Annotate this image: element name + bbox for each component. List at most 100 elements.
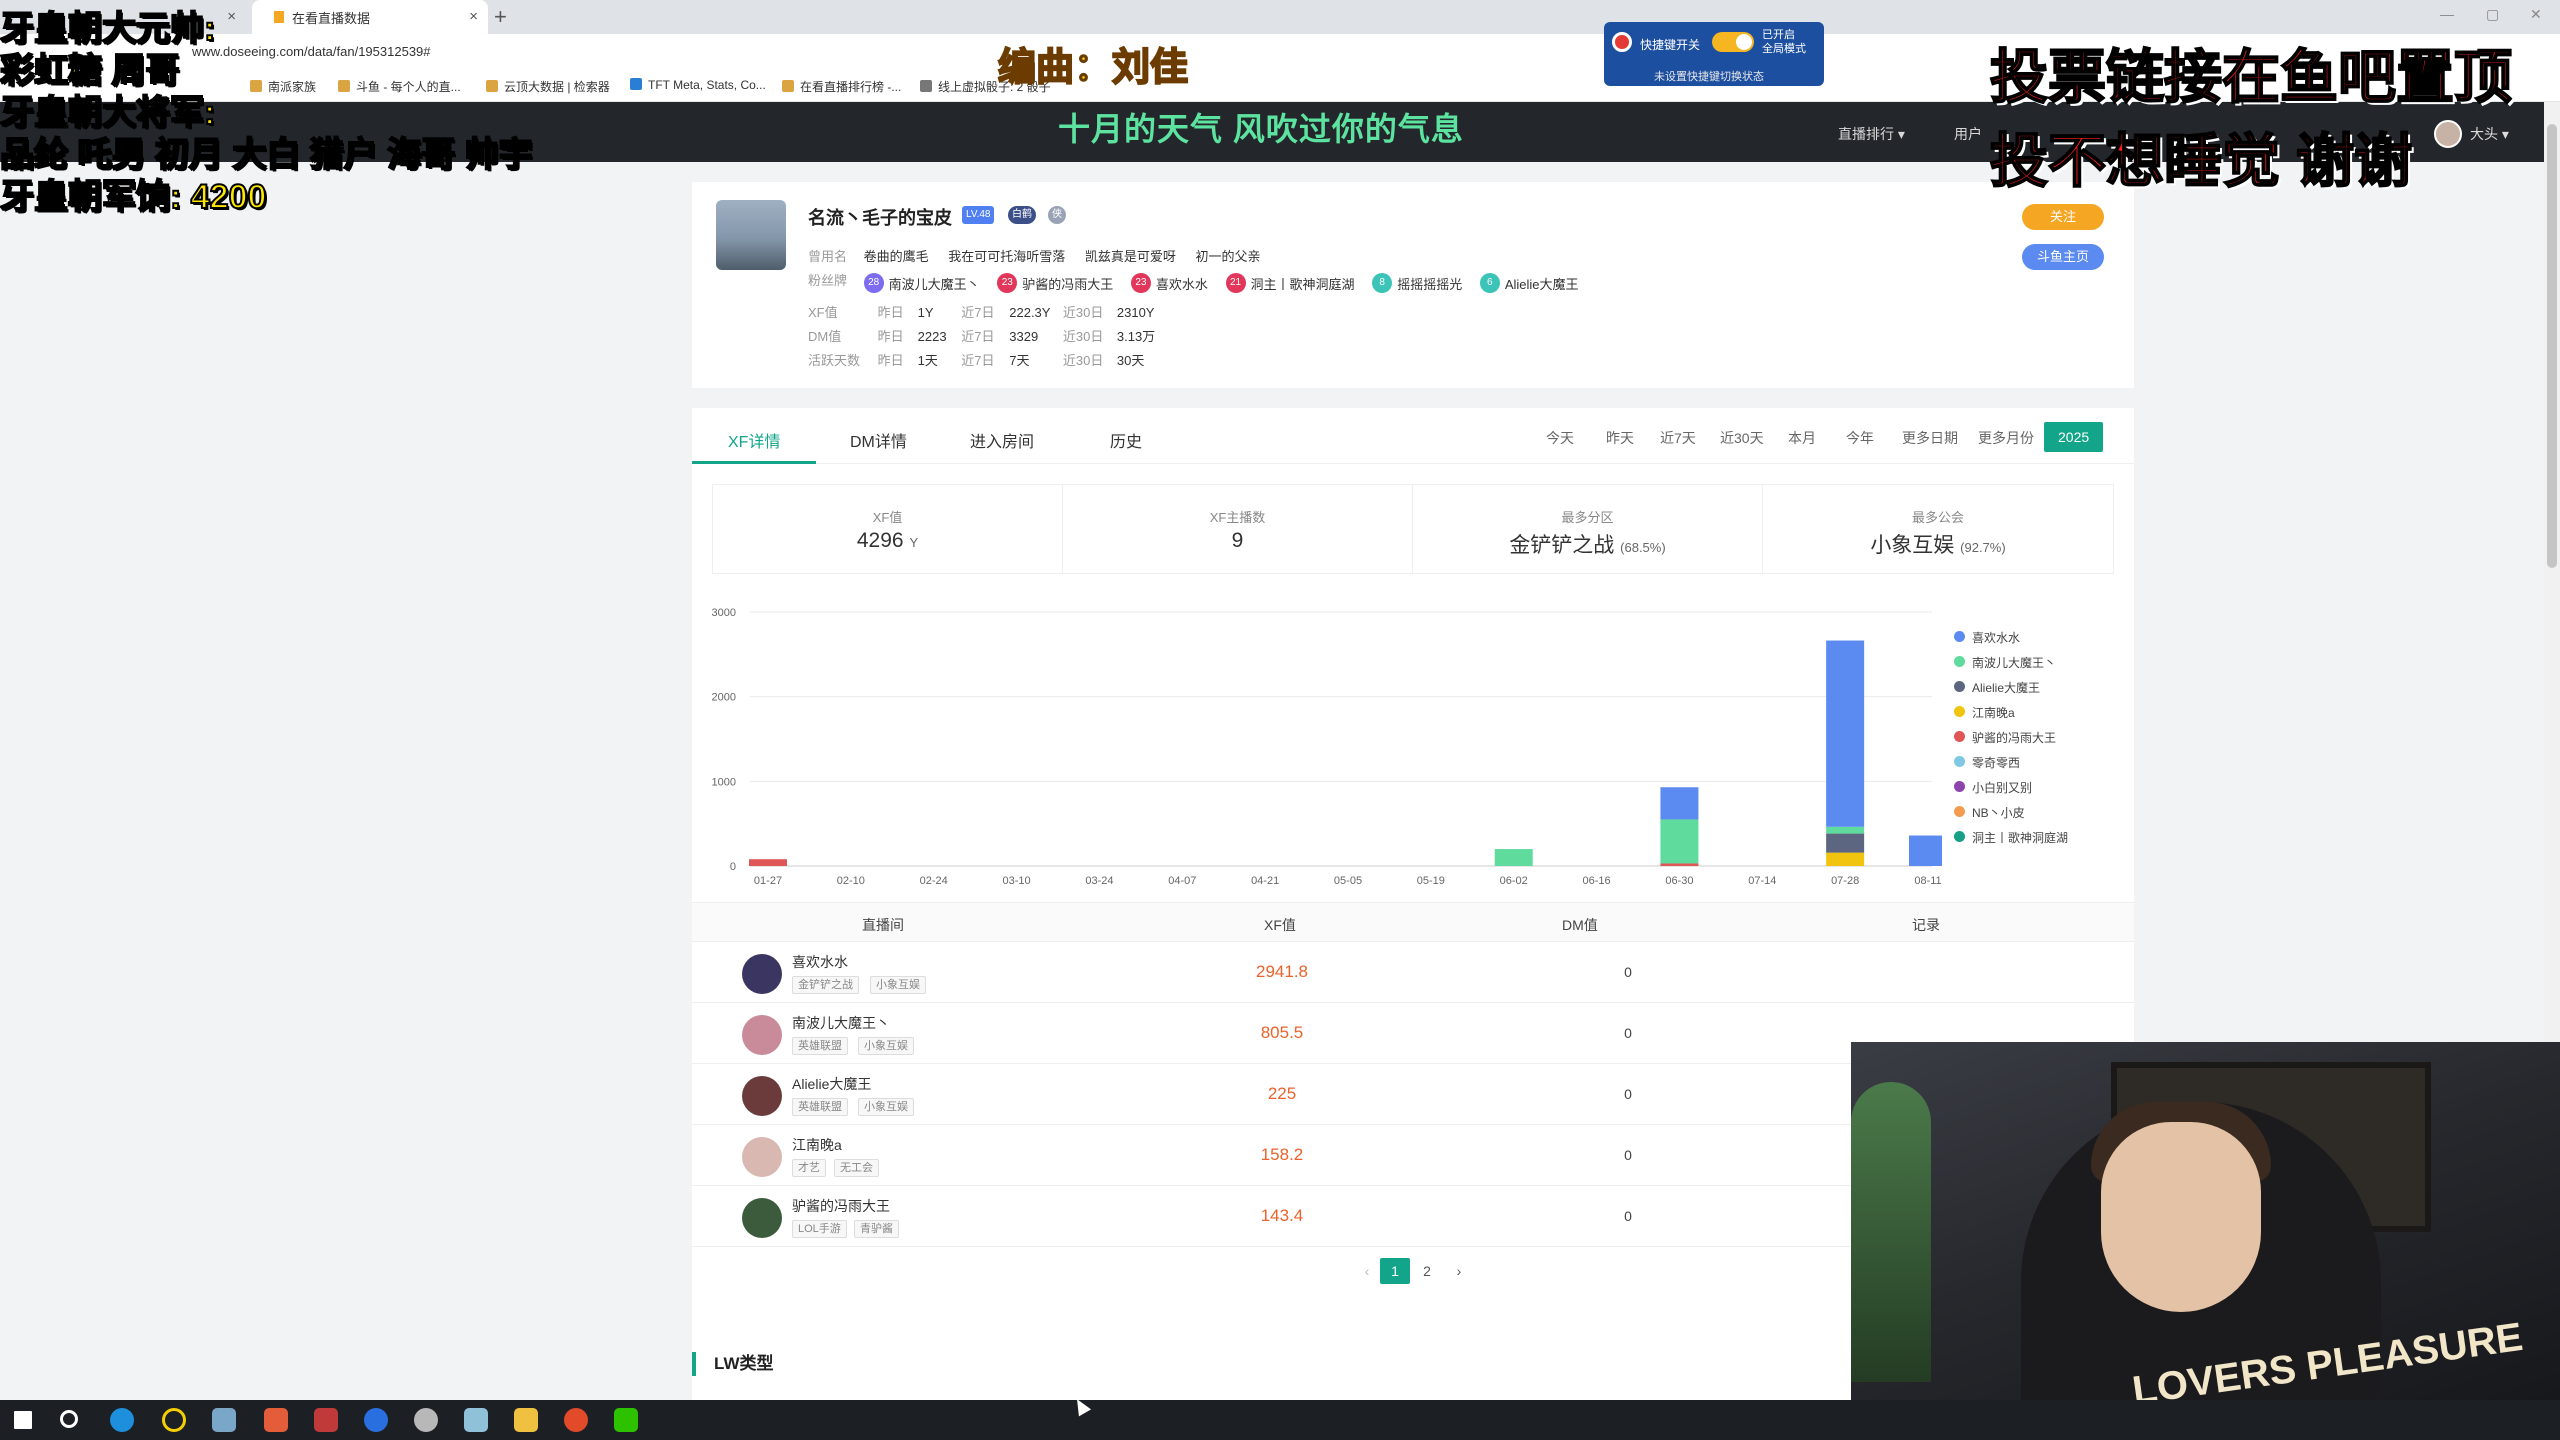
dm-value: 0: [1624, 1025, 1632, 1041]
tab-enter-room[interactable]: 进入房间: [970, 428, 1034, 452]
streamer-name[interactable]: 江南晚a: [792, 1135, 842, 1155]
tab-history[interactable]: 历史: [1110, 428, 1142, 452]
x-tick-label: 07-28: [1831, 875, 1859, 887]
active-days-row: 活跃天数 昨日 1天 近7日 7天 近30日 30天: [808, 353, 1145, 368]
streamer-avatar[interactable]: [742, 954, 782, 994]
search-icon[interactable]: [60, 1410, 78, 1428]
streamer-avatar[interactable]: [742, 1198, 782, 1238]
xf-value: 158.2: [1260, 1145, 1304, 1164]
guild-tag: 小象互娱: [858, 1098, 914, 1116]
windows-taskbar: [0, 1400, 2560, 1440]
edge-icon[interactable]: [110, 1408, 134, 1432]
file-explorer-icon[interactable]: [514, 1408, 538, 1432]
range-today[interactable]: 今天: [1546, 428, 1574, 448]
legend-dot-icon: [1954, 756, 1965, 767]
close-window-icon[interactable]: ✕: [2530, 6, 2542, 23]
page-2[interactable]: 2: [1412, 1258, 1442, 1284]
table-row[interactable]: 喜欢水水 金铲铲之战 小象互娱 2941.8 0: [692, 942, 2134, 1003]
app-icon[interactable]: [364, 1408, 388, 1432]
streamer-avatar[interactable]: [742, 1137, 782, 1177]
fan-badge[interactable]: 23 驴酱的冯雨大王: [997, 273, 1113, 293]
legend-dot-icon: [1954, 656, 1965, 667]
wechat-icon[interactable]: [614, 1408, 638, 1432]
user-name[interactable]: 大头 ▾: [2470, 124, 2509, 144]
legend-dot-icon: [1954, 731, 1965, 742]
shortcut-toggle[interactable]: [1712, 32, 1754, 52]
range-yesterday[interactable]: 昨天: [1606, 428, 1634, 448]
dm-value: 0: [1624, 1208, 1632, 1224]
streamer-name[interactable]: Alielie大魔王: [792, 1074, 871, 1094]
bookmark-item[interactable]: 在看直播排行榜 -...: [782, 78, 901, 95]
legend-dot-icon: [1954, 706, 1965, 717]
bar-segment: [1826, 826, 1865, 834]
range-30d[interactable]: 近30天: [1720, 428, 1764, 448]
x-tick-label: 05-05: [1334, 875, 1362, 887]
streamer-name[interactable]: 南波儿大魔王丶: [792, 1013, 890, 1033]
fan-badge[interactable]: 28 南波儿大魔王丶: [863, 273, 980, 293]
range-month[interactable]: 本月: [1788, 428, 1816, 448]
bookmark-icon: [782, 80, 794, 92]
webcam-feed: LOVERS PLEASURE: [1851, 1042, 2560, 1440]
guild-tag: 小象互娱: [870, 976, 926, 994]
screen: × 在看直播数据 × + — ▢ ✕ www.doseeing.com/data…: [0, 0, 2560, 1440]
app-icon[interactable]: [314, 1408, 338, 1432]
streamer-name[interactable]: 驴酱的冯雨大王: [792, 1196, 890, 1216]
fan-badge[interactable]: 6 Alielie大魔王: [1479, 273, 1579, 293]
range-more-dates[interactable]: 更多日期: [1902, 428, 1958, 448]
next-page-icon[interactable]: ›: [1444, 1258, 1474, 1284]
range-7d[interactable]: 近7天: [1660, 428, 1696, 448]
page-1[interactable]: 1: [1380, 1258, 1410, 1284]
category-tag: LOL手游: [792, 1220, 847, 1238]
x-tick-label: 02-10: [837, 875, 865, 887]
minimize-icon[interactable]: —: [2440, 6, 2454, 22]
start-icon[interactable]: [14, 1411, 32, 1429]
streamer-name[interactable]: 喜欢水水: [792, 952, 848, 972]
tab-dm-detail[interactable]: DM详情: [850, 428, 907, 452]
streamer-avatar[interactable]: [742, 1076, 782, 1116]
range-more-months[interactable]: 更多月份: [1978, 428, 2034, 448]
range-year-2025[interactable]: 2025: [2044, 422, 2104, 452]
app-icon[interactable]: [564, 1408, 588, 1432]
douyu-home-button[interactable]: 斗鱼主页: [2022, 244, 2104, 270]
maximize-icon[interactable]: ▢: [2486, 6, 2499, 23]
app-icon[interactable]: [414, 1408, 438, 1432]
streamer-avatar[interactable]: [742, 1015, 782, 1055]
guild-tag: 无工会: [834, 1159, 879, 1177]
xf-stats-row: XF值 昨日 1Y 近7日 222.3Y 近30日 2310Y: [808, 305, 1155, 320]
alias-row: 曾用名 卷曲的鹰毛 我在可可托海听雪落 凯兹真是可爱呀 初一的父亲: [808, 246, 1261, 265]
profile-avatar: [716, 200, 786, 270]
alias-item: 卷曲的鹰毛: [863, 249, 929, 264]
legend-label: 洞主丨歌神洞庭湖: [1972, 831, 2069, 845]
range-year[interactable]: 今年: [1846, 428, 1874, 448]
nav-user[interactable]: 用户: [1954, 124, 1982, 144]
x-tick-label: 01-27: [754, 875, 782, 887]
nav-rank[interactable]: 直播排行 ▾: [1838, 124, 1905, 144]
app-icon[interactable]: [264, 1408, 288, 1432]
bar-segment: [1826, 852, 1865, 866]
x-tick-label: 07-14: [1748, 875, 1776, 887]
fan-badge[interactable]: 21 洞主丨歌神洞庭湖: [1225, 273, 1355, 293]
fan-badge[interactable]: 8 摇摇摇摇光: [1372, 273, 1462, 293]
stat-top-guild: 最多公会 小象互娱 (92.7%): [1870, 510, 2006, 557]
x-tick-label: 02-24: [920, 875, 948, 887]
scrollbar-thumb[interactable]: [2547, 124, 2557, 568]
follow-button[interactable]: 关注: [2022, 204, 2104, 230]
user-avatar[interactable]: [2434, 120, 2462, 148]
guild-tag: 青驴酱: [854, 1220, 899, 1238]
category-tag: 才艺: [792, 1159, 826, 1177]
app-icon[interactable]: [464, 1408, 488, 1432]
xf-value: 2941.8: [1256, 962, 1308, 981]
bar-segment: [1826, 640, 1865, 827]
bookmark-item[interactable]: TFT Meta, Stats, Co...: [630, 78, 766, 92]
title-badge: 侠: [1048, 206, 1066, 224]
fan-badge[interactable]: 23 喜欢水水: [1130, 273, 1208, 293]
extension-popup: 快捷键开关 已开启 全局模式 未设置快捷键切换状态: [1604, 22, 1824, 86]
alias-item: 我在可可托海听雪落: [948, 249, 1066, 264]
webcam-face: [2101, 1122, 2261, 1312]
prev-page-icon[interactable]: ‹: [1352, 1258, 1382, 1284]
app-icon[interactable]: [162, 1408, 186, 1432]
legend-dot-icon: [1954, 631, 1965, 642]
tab-xf-detail[interactable]: XF详情: [728, 428, 780, 452]
webcam-tree: [1851, 1082, 1931, 1382]
app-icon[interactable]: [212, 1408, 236, 1432]
